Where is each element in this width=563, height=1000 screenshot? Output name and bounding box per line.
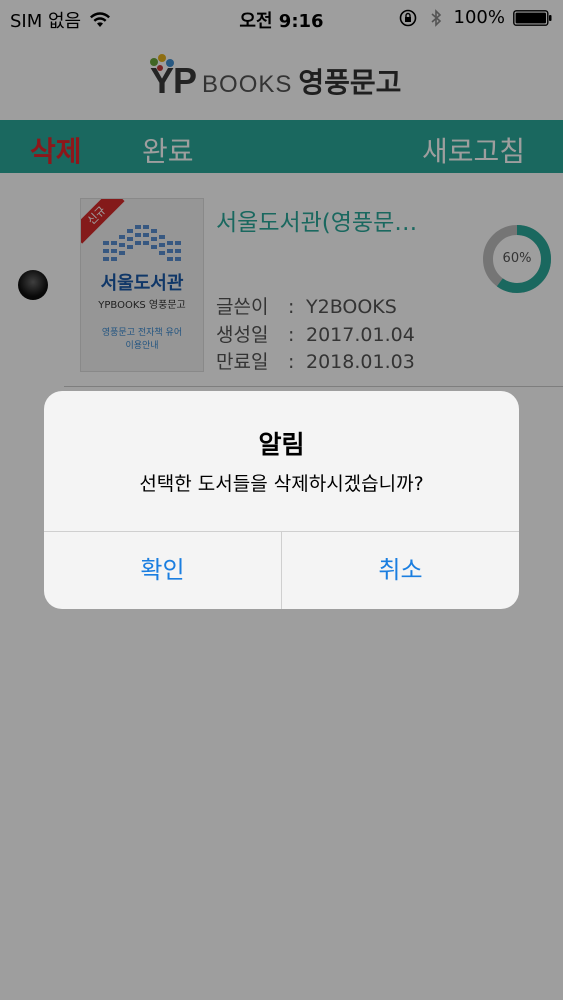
delete-confirm-alert: 알림 선택한 도서들을 삭제하시겠습니까? 확인 취소: [44, 391, 519, 609]
confirm-button[interactable]: 확인: [44, 532, 281, 609]
alert-message: 선택한 도서들을 삭제하시겠습니까?: [139, 473, 424, 495]
alert-title: 알림: [258, 430, 305, 459]
cancel-button[interactable]: 취소: [282, 532, 519, 609]
